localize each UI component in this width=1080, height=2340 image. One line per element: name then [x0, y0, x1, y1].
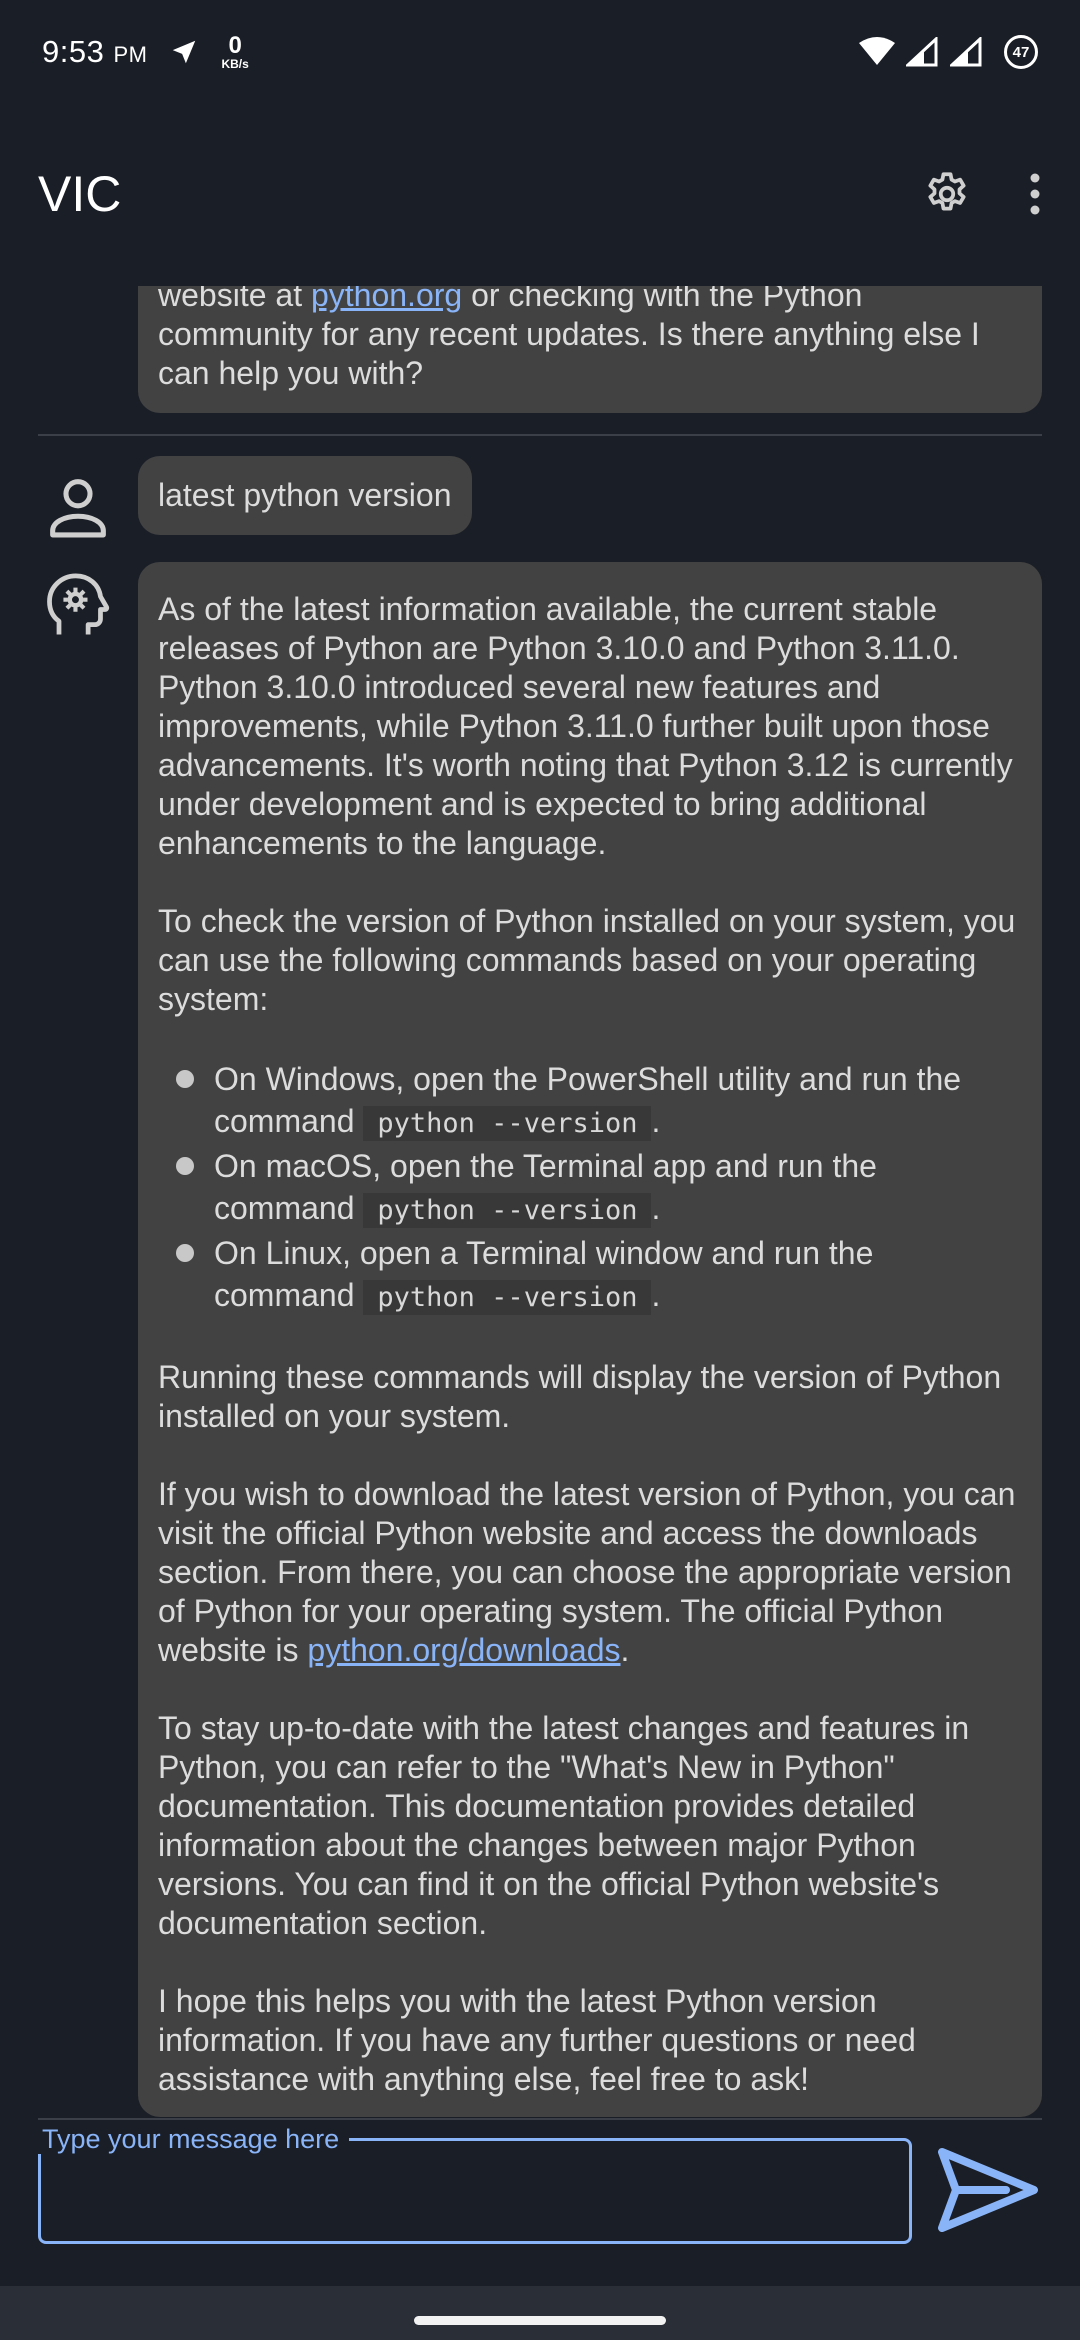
status-time-value: 9:53: [42, 34, 105, 69]
network-speed-value: 0: [228, 32, 242, 59]
code-snippet: python --version: [363, 1193, 652, 1228]
status-left: 9:53 PM 0 KB/s: [42, 32, 249, 71]
signal-icon-2: [950, 37, 982, 67]
system-nav-bar: [0, 2286, 1080, 2340]
list-item-end: .: [651, 1277, 661, 1313]
message-input[interactable]: [60, 2170, 890, 2220]
wifi-icon: [859, 37, 895, 65]
list-item-end: .: [651, 1190, 661, 1226]
signal-icon: [906, 37, 938, 67]
list-item: On macOS, open the Terminal app and run …: [158, 1145, 1022, 1232]
more-vert-icon: [1030, 173, 1040, 215]
bot-paragraph-1: As of the latest information available, …: [158, 591, 1013, 861]
app-title: VIC: [38, 166, 122, 222]
battery-level: 47: [1012, 43, 1030, 61]
message-input-label: Type your message here: [32, 2124, 350, 2154]
user-message-text: latest python version: [158, 477, 452, 513]
downloads-link[interactable]: python.org/downloads: [307, 1632, 620, 1668]
bot-paragraph-4-end: .: [620, 1632, 630, 1668]
code-snippet: python --version: [363, 1280, 652, 1315]
network-speed: 0 KB/s: [221, 32, 249, 71]
user-message: latest python version: [138, 456, 472, 535]
status-bar: 9:53 PM 0 KB/s 47: [0, 0, 1080, 104]
prev-message-link[interactable]: python.org: [311, 286, 462, 313]
more-options-button[interactable]: [1028, 172, 1042, 216]
status-right: 47: [858, 35, 1038, 69]
list-item-end: .: [651, 1103, 661, 1139]
prev-message-text: website at: [158, 286, 311, 313]
previous-bot-message: website at python.org or checking with t…: [138, 286, 1042, 413]
bot-paragraph-4: If you wish to download the latest versi…: [158, 1475, 1022, 1670]
status-time: 9:53 PM: [42, 34, 147, 70]
bot-paragraph-3: Running these commands will display the …: [158, 1359, 1002, 1434]
navigation-icon: [173, 40, 196, 64]
network-speed-unit: KB/s: [221, 57, 249, 71]
bot-paragraph-2: To check the version of Python installed…: [158, 903, 1016, 1017]
bot-paragraph-5: To stay up-to-date with the latest chang…: [158, 1710, 970, 1941]
bot-paragraph-6: I hope this helps you with the latest Py…: [158, 1983, 916, 2097]
list-item: On Windows, open the PowerShell utility …: [158, 1058, 1022, 1145]
list-item: On Linux, open a Terminal window and run…: [158, 1232, 1022, 1319]
bot-avatar-icon: [47, 573, 110, 635]
app-actions: [922, 169, 1042, 219]
settings-icon: [928, 172, 966, 211]
user-avatar-icon: [50, 479, 106, 538]
bot-message: As of the latest information available, …: [138, 562, 1042, 2117]
message-divider: [38, 434, 1042, 436]
status-ampm: PM: [113, 42, 148, 67]
home-gesture-handle[interactable]: [414, 2316, 666, 2325]
code-snippet: python --version: [363, 1106, 652, 1141]
battery-indicator: 47: [1004, 35, 1038, 69]
app-bar: VIC: [0, 104, 1080, 284]
chat-list[interactable]: website at python.org or checking with t…: [0, 286, 1080, 2118]
settings-button[interactable]: [922, 169, 972, 219]
input-divider: [38, 2118, 1042, 2120]
send-icon[interactable]: [936, 2142, 1040, 2238]
bot-command-list: On Windows, open the PowerShell utility …: [158, 1058, 1022, 1319]
